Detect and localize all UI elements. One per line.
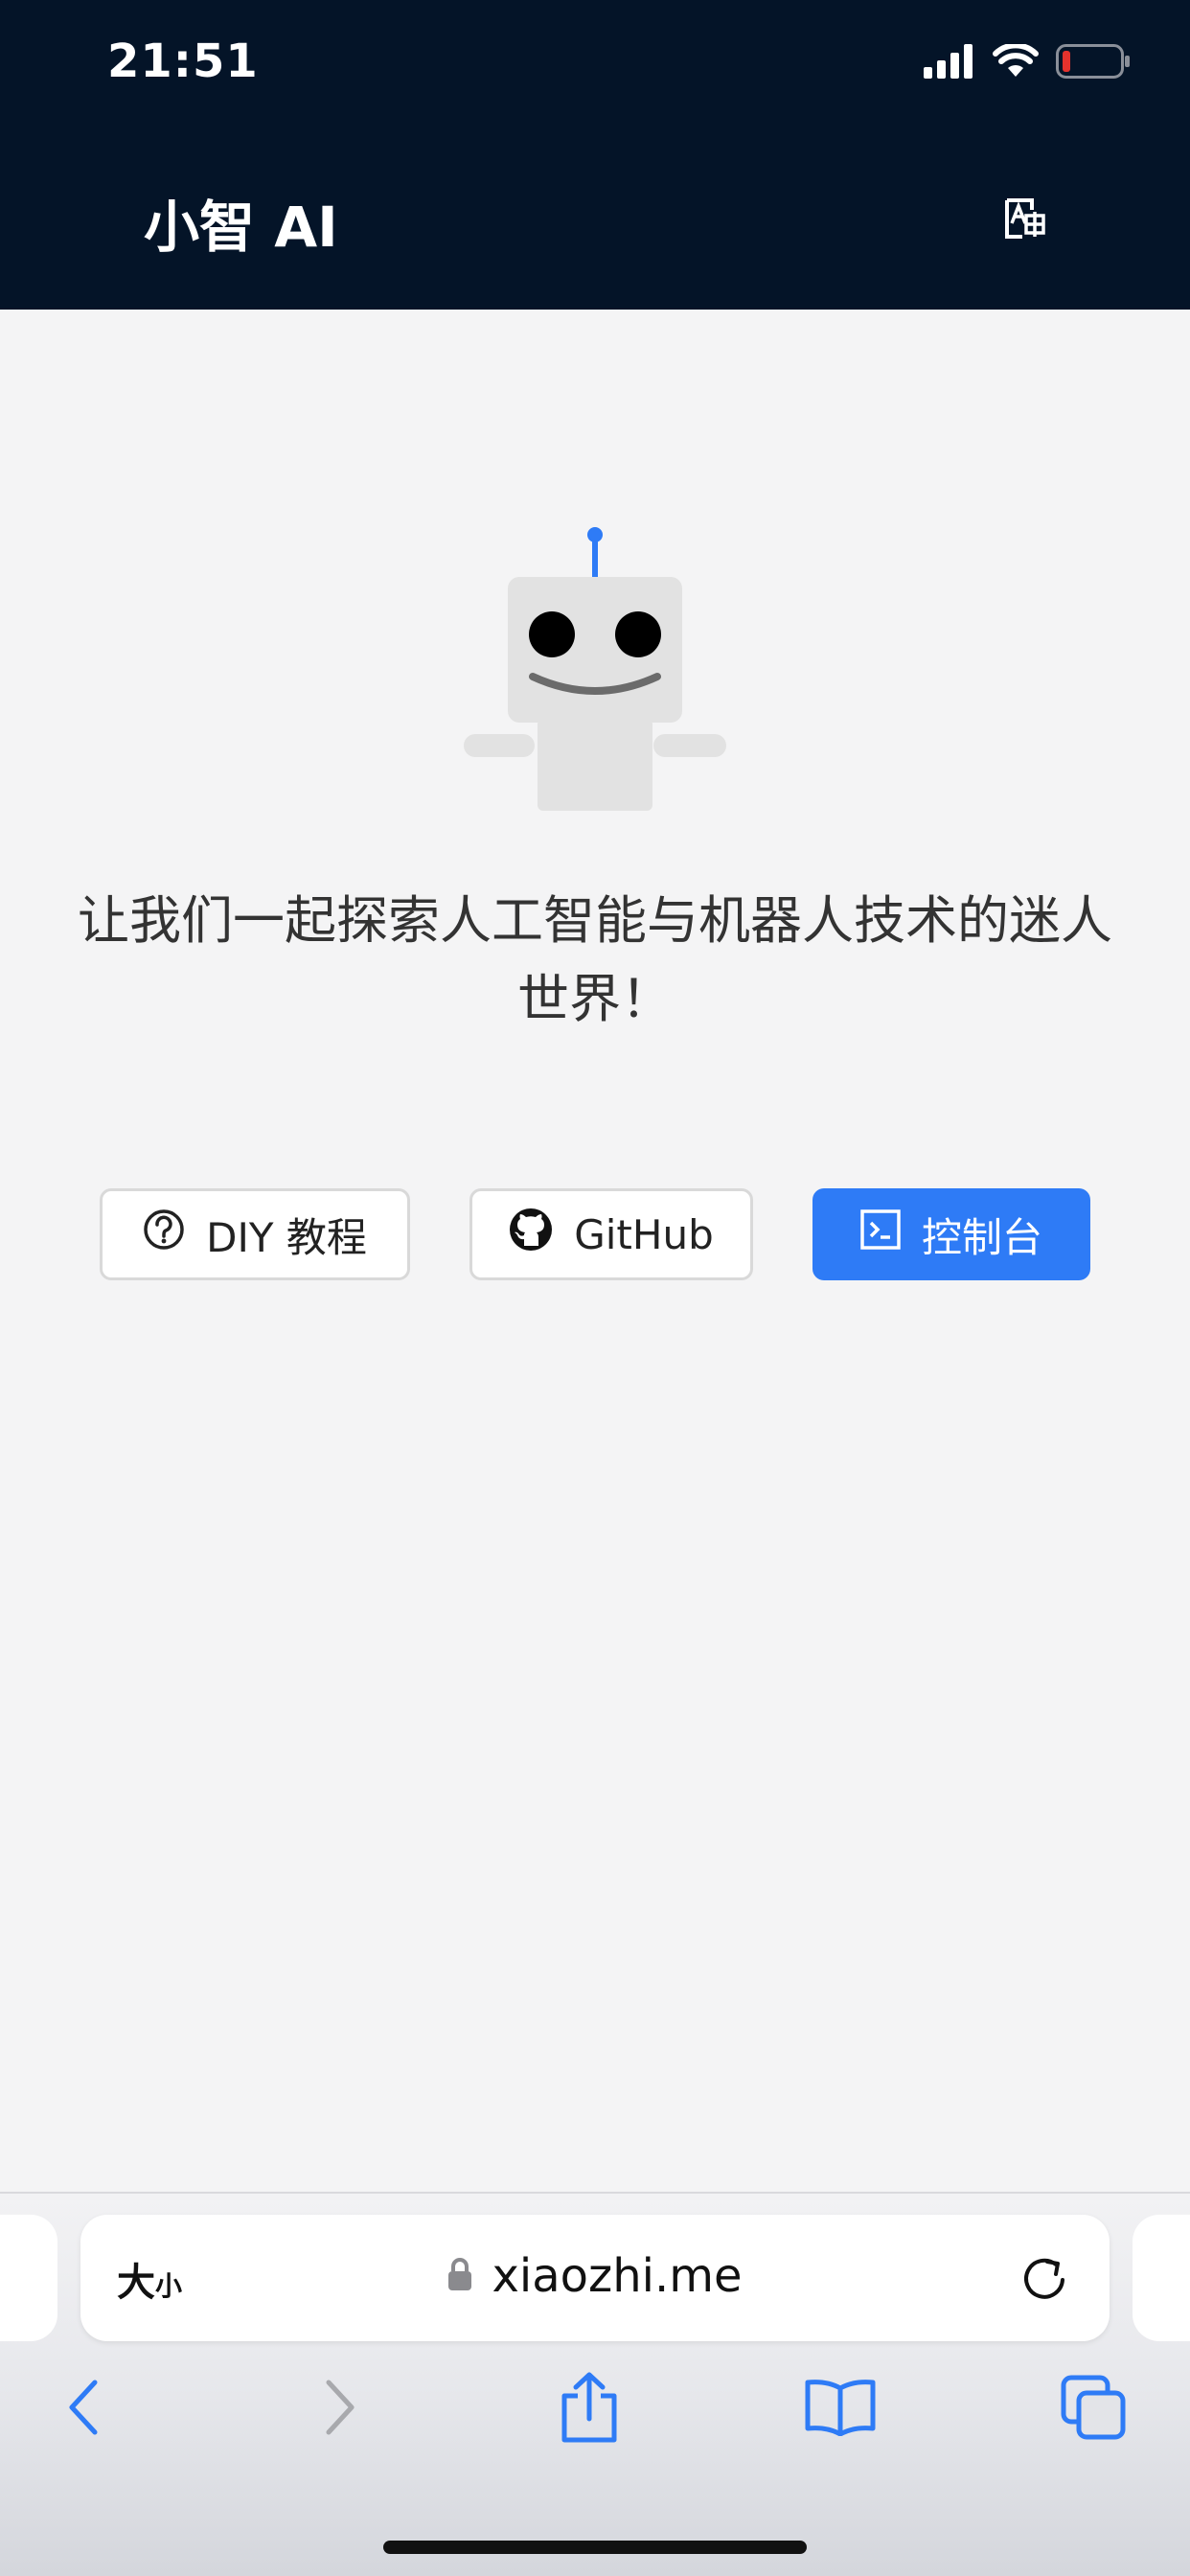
share-icon	[559, 2371, 620, 2448]
chevron-left-icon	[64, 2379, 103, 2440]
lock-icon	[447, 2257, 472, 2295]
status-icons	[924, 42, 1131, 84]
github-icon	[509, 1208, 553, 1261]
next-tab-card[interactable]	[1133, 2215, 1190, 2341]
github-label: GitHub	[574, 1210, 714, 1258]
browser-toolbar	[0, 2366, 1190, 2462]
book-icon	[804, 2379, 877, 2440]
translate-button[interactable]	[1000, 196, 1050, 245]
status-time: 21:51	[107, 34, 259, 88]
console-button[interactable]: 控制台	[812, 1188, 1090, 1280]
signal-icon	[924, 44, 975, 82]
translate-icon	[1003, 196, 1047, 244]
terminal-icon	[860, 1209, 901, 1259]
share-button[interactable]	[546, 2366, 632, 2452]
reload-icon	[1018, 2258, 1071, 2309]
wifi-icon	[993, 42, 1039, 82]
robot-illustration	[464, 523, 726, 811]
github-button[interactable]: GitHub	[469, 1188, 753, 1280]
back-button[interactable]	[40, 2366, 126, 2452]
url-display[interactable]: xiaozhi.me	[80, 2249, 1110, 2303]
forward-button[interactable]	[297, 2366, 383, 2452]
status-bar: 21:51	[0, 0, 1190, 134]
reload-button[interactable]	[1018, 2251, 1071, 2305]
home-indicator	[383, 2541, 807, 2554]
app-header: 小智 AI	[0, 134, 1190, 310]
diy-tutorial-label: DIY 教程	[206, 1213, 367, 1261]
url-text: xiaozhi.me	[492, 2249, 743, 2303]
diy-tutorial-button[interactable]: DIY 教程	[100, 1188, 410, 1280]
address-bar[interactable]: 大小 xiaozhi.me	[80, 2215, 1110, 2341]
bookmarks-button[interactable]	[797, 2366, 883, 2452]
chevron-right-icon	[321, 2379, 359, 2440]
tabs-button[interactable]	[1050, 2366, 1136, 2452]
tabs-icon	[1060, 2374, 1127, 2445]
help-circle-icon	[143, 1208, 185, 1260]
app-title: 小智 AI	[144, 195, 338, 260]
previous-tab-card[interactable]	[0, 2215, 57, 2341]
battery-icon	[1056, 44, 1131, 82]
browser-bottom-bar: 大小 xiaozhi.me	[0, 2194, 1190, 2576]
console-label: 控制台	[921, 1213, 1042, 1261]
tagline: 让我们一起探索人工智能与机器人技术的迷人世界！	[78, 890, 1112, 1029]
